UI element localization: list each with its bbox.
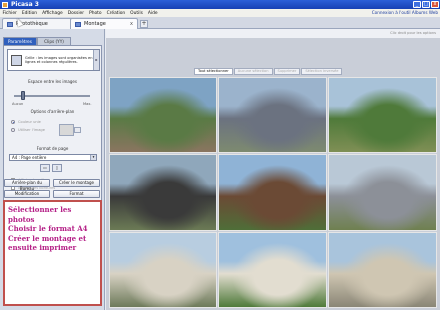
instruction-line-1: Sélectionner les photos xyxy=(8,205,72,224)
background-options-label: Options d'arrière-plan xyxy=(30,109,75,114)
instruction-line-3: Créer le montage et xyxy=(8,233,87,243)
close-button[interactable]: x xyxy=(431,1,439,8)
workspace-hint: Clic droit pour les options xyxy=(390,31,436,35)
layout-description: Grille : les images sont organisées en l… xyxy=(25,55,93,65)
instruction-line-4: ensuite imprimer xyxy=(8,243,77,252)
slider-max-label: Max. xyxy=(83,102,92,106)
menu-tools[interactable]: Outils xyxy=(128,11,146,16)
collage-workspace: Clic droit pour les options Tout sélecti… xyxy=(106,29,440,310)
bg-solid-color-label: Couleur unie xyxy=(18,120,41,124)
title-bar: Picasa 3 _ □ x xyxy=(0,0,440,9)
photo-sacre-coeur-far[interactable] xyxy=(218,232,327,308)
page-format-label: Format de page xyxy=(36,146,69,151)
picasa-app-icon xyxy=(2,1,8,8)
window-title: Picasa 3 xyxy=(11,1,39,8)
background-color-swatch[interactable] xyxy=(59,124,74,136)
edit-button[interactable]: Modification xyxy=(4,190,50,198)
tab-strip: Photothèque Montage x + xyxy=(0,17,440,29)
portrait-orientation-button[interactable]: ▯ xyxy=(52,164,62,172)
format-button[interactable]: Format xyxy=(53,190,100,198)
select-all-button[interactable]: Tout sélectionner xyxy=(194,68,233,75)
bg-solid-color-radio[interactable] xyxy=(11,120,15,124)
new-tab-button[interactable]: + xyxy=(140,20,148,28)
photo-bust-statue[interactable] xyxy=(109,154,217,231)
slider-min-label: Aucun xyxy=(12,102,24,106)
layout-selector[interactable]: Grille : les images sont organisées en l… xyxy=(7,49,100,71)
photo-windmill[interactable] xyxy=(218,154,327,231)
collage-icon xyxy=(75,21,81,27)
menu-folder[interactable]: Dossier xyxy=(65,11,86,16)
invert-selection-button[interactable]: Sélection inversée xyxy=(301,68,343,75)
menu-create[interactable]: Création xyxy=(104,11,128,16)
tab-clips[interactable]: Clips (YY) xyxy=(37,37,71,45)
photo-paris-panorama[interactable] xyxy=(218,77,327,153)
create-collage-button[interactable]: Créer le montage xyxy=(53,179,100,187)
photo-assemblee[interactable] xyxy=(328,232,437,308)
instruction-note: Sélectionner les photos Choisir le forma… xyxy=(3,200,102,306)
menu-help[interactable]: Aide xyxy=(145,11,160,16)
menu-photo[interactable]: Photo xyxy=(87,11,105,16)
menu-file[interactable]: Fichier xyxy=(0,11,19,16)
chevron-down-icon: ▾ xyxy=(90,155,96,160)
tab-collage-label: Montage xyxy=(84,21,106,27)
maximize-button[interactable]: □ xyxy=(422,1,430,8)
tab-collage[interactable]: Montage x xyxy=(70,18,138,29)
page-format-value: A4 : Page entière xyxy=(12,155,47,160)
color-picker-button[interactable] xyxy=(74,127,81,133)
workspace-toolbar: Clic droit pour les options xyxy=(106,29,440,38)
window-controls: _ □ x xyxy=(413,1,439,8)
collage-settings-panel: Paramètres Clips (YY) Grille : les image… xyxy=(0,29,105,310)
instruction-line-2: Choisir le format A4 xyxy=(8,224,88,233)
chevron-right-icon[interactable]: ▸ xyxy=(93,50,99,70)
menu-bar: Fichier Edition Affichage Dossier Photo … xyxy=(0,9,440,17)
tab-settings[interactable]: Paramètres xyxy=(3,37,37,45)
library-icon xyxy=(7,21,13,27)
photo-street-market[interactable] xyxy=(109,77,217,153)
photo-park-lawn[interactable] xyxy=(328,77,437,153)
spacing-slider-track[interactable] xyxy=(14,95,90,97)
page-format-select[interactable]: A4 : Page entière ▾ xyxy=(9,154,97,161)
picasa-window: Picasa 3 _ □ x Fichier Edition Affichage… xyxy=(0,0,440,310)
bg-image-radio[interactable] xyxy=(11,128,15,132)
menu-view[interactable]: Affichage xyxy=(40,11,66,16)
photo-city-view[interactable] xyxy=(328,154,437,231)
select-none-button[interactable]: Aucune sélection xyxy=(233,68,273,75)
remove-button[interactable]: Supprimer xyxy=(273,68,301,75)
menu-edit[interactable]: Edition xyxy=(19,11,39,16)
close-tab-icon[interactable]: x xyxy=(130,21,133,27)
web-albums-sign-in-link[interactable]: Connexion à l'outil Albums Web xyxy=(372,10,438,15)
bg-image-label: Utiliser l'image xyxy=(18,128,45,132)
landscape-orientation-button[interactable]: ▭ xyxy=(40,164,50,172)
desktop-background-button[interactable]: Arrière-plan du Bureau xyxy=(4,179,50,191)
photo-sacre-coeur[interactable] xyxy=(109,232,217,308)
spacing-slider-handle[interactable] xyxy=(21,91,25,100)
settings-tabs: Paramètres Clips (YY) xyxy=(3,37,71,45)
selection-toolbar: Tout sélectionner Aucune sélection Suppr… xyxy=(194,68,343,75)
minimize-button[interactable]: _ xyxy=(413,1,421,8)
spacing-label: Espace entre les images xyxy=(28,79,77,84)
grid-layout-icon xyxy=(11,54,22,66)
